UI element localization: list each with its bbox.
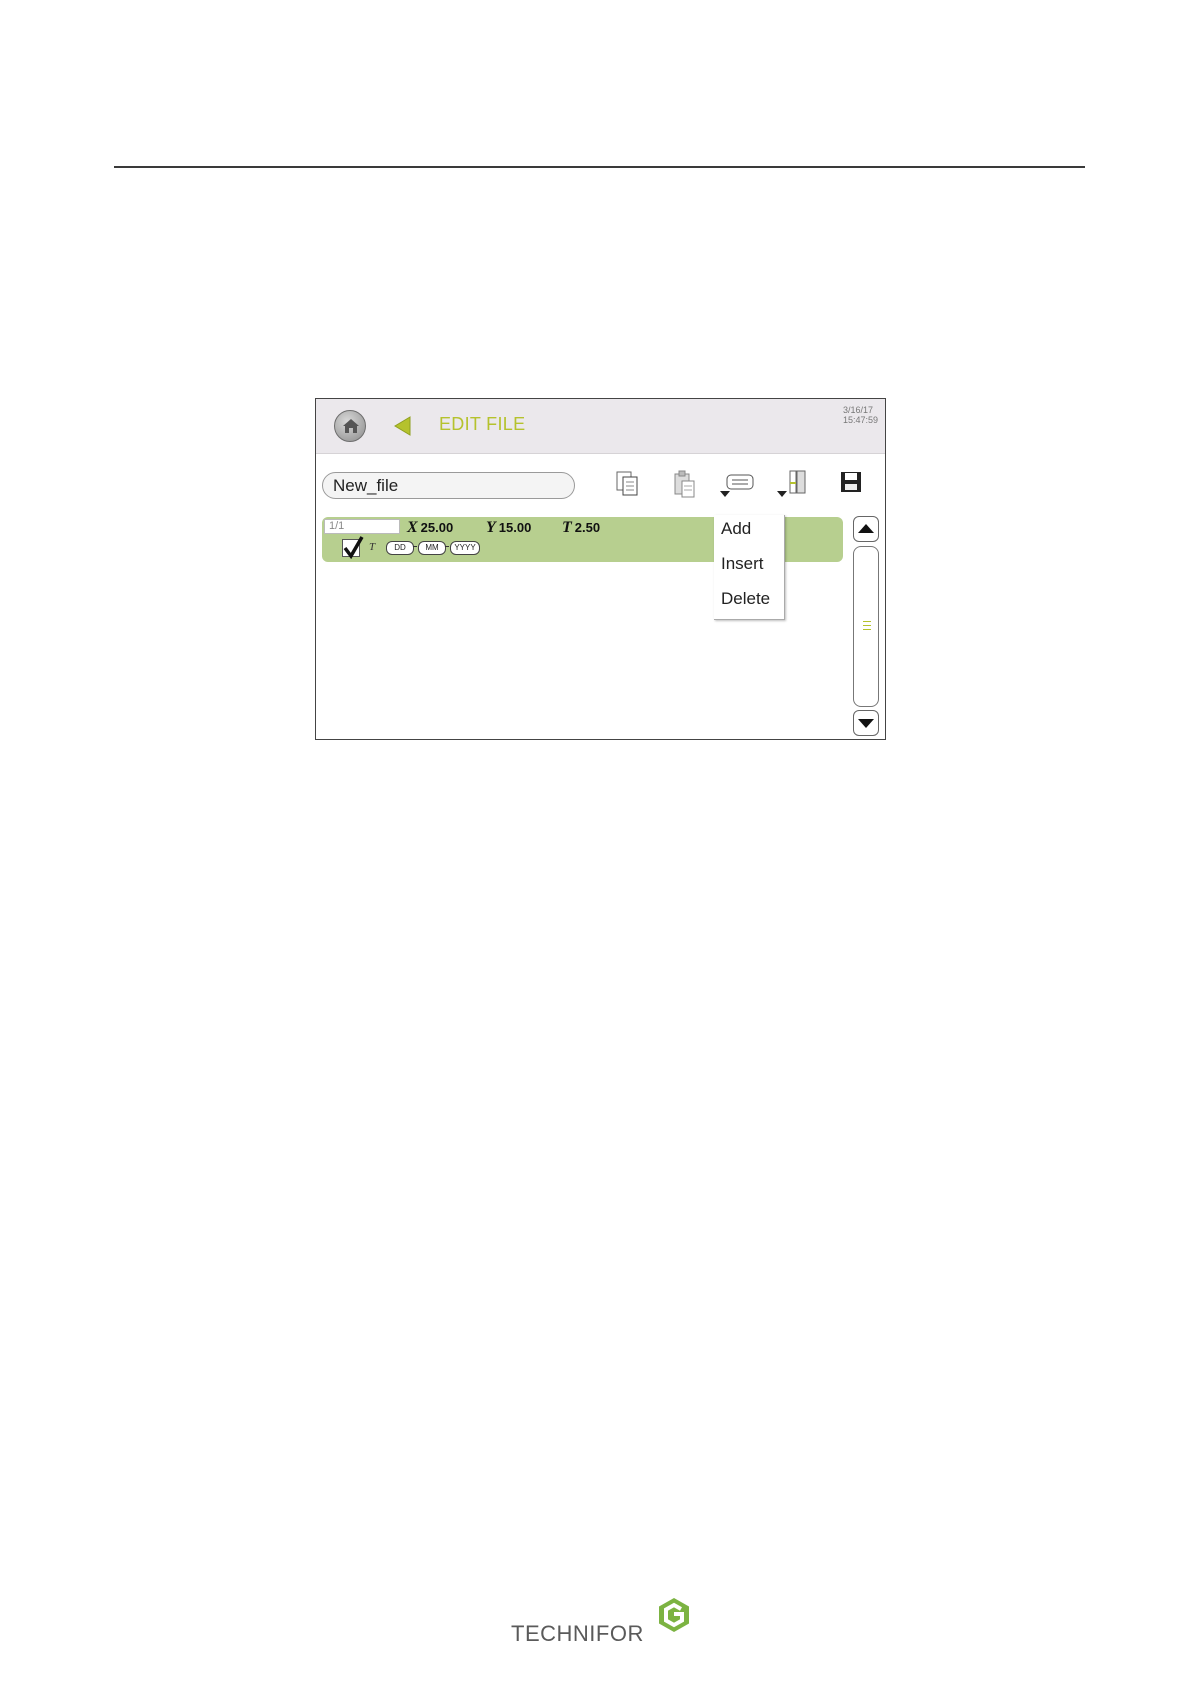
menu-item-add[interactable]: Add [721,519,751,539]
t-label: T [562,519,572,536]
arrow-up-icon [858,524,874,533]
x-coordinate: X 25.00 [407,519,453,537]
t-value: 2.50 [574,520,601,535]
text-type-icon: T [369,541,376,553]
height-value: T 2.50 [562,519,600,537]
title-bar: EDIT FILE 3/16/17 15:47:59 [316,399,885,454]
x-value: 25.00 [420,520,454,535]
back-arrow-icon[interactable] [392,415,412,437]
chip-day: DD [386,541,414,555]
home-icon [343,419,359,433]
checkmark-icon [343,536,364,559]
scroll-up-button[interactable] [853,516,879,542]
copy-icon[interactable] [614,469,642,497]
hmi-screen: EDIT FILE 3/16/17 15:47:59 New_file 1/1 [315,398,886,740]
chip-separator [445,546,449,547]
logo-g-icon [659,1598,689,1632]
scrollbar-track[interactable] [853,546,879,707]
chip-year: YYYY [450,541,480,555]
text-field-menu-icon[interactable] [719,469,755,499]
screen-title: EDIT FILE [439,414,526,434]
scroll-down-button[interactable] [853,710,879,736]
logo-text: TECHNIFOR [511,1621,644,1646]
chip-separator [413,546,417,547]
row-index: 1/1 [324,519,400,534]
menu-item-insert[interactable]: Insert [721,554,764,574]
date-text: 3/16/17 [843,405,874,415]
dropdown-menu: Add Insert Delete [714,515,785,620]
scroll-grip-icon[interactable] [863,621,871,633]
datetime: 3/16/17 15:47:59 [843,405,883,425]
paste-icon[interactable] [671,469,699,499]
x-label: X [407,519,418,536]
page-header-rule [114,166,1085,168]
menu-item-delete[interactable]: Delete [721,589,770,609]
filename-field[interactable]: New_file [322,472,575,499]
row-checkbox[interactable] [342,536,364,559]
arrow-down-icon [858,719,874,728]
y-value: 15.00 [498,520,532,535]
chip-month: MM [418,541,446,555]
insert-column-icon[interactable] [776,469,812,501]
technifor-logo: TECHNIFOR [511,1597,691,1647]
home-button[interactable] [334,410,366,442]
time-text: 15:47:59 [843,415,879,425]
y-coordinate: Y 15.00 [486,519,531,537]
y-label: Y [486,519,496,536]
save-icon[interactable] [838,469,864,495]
